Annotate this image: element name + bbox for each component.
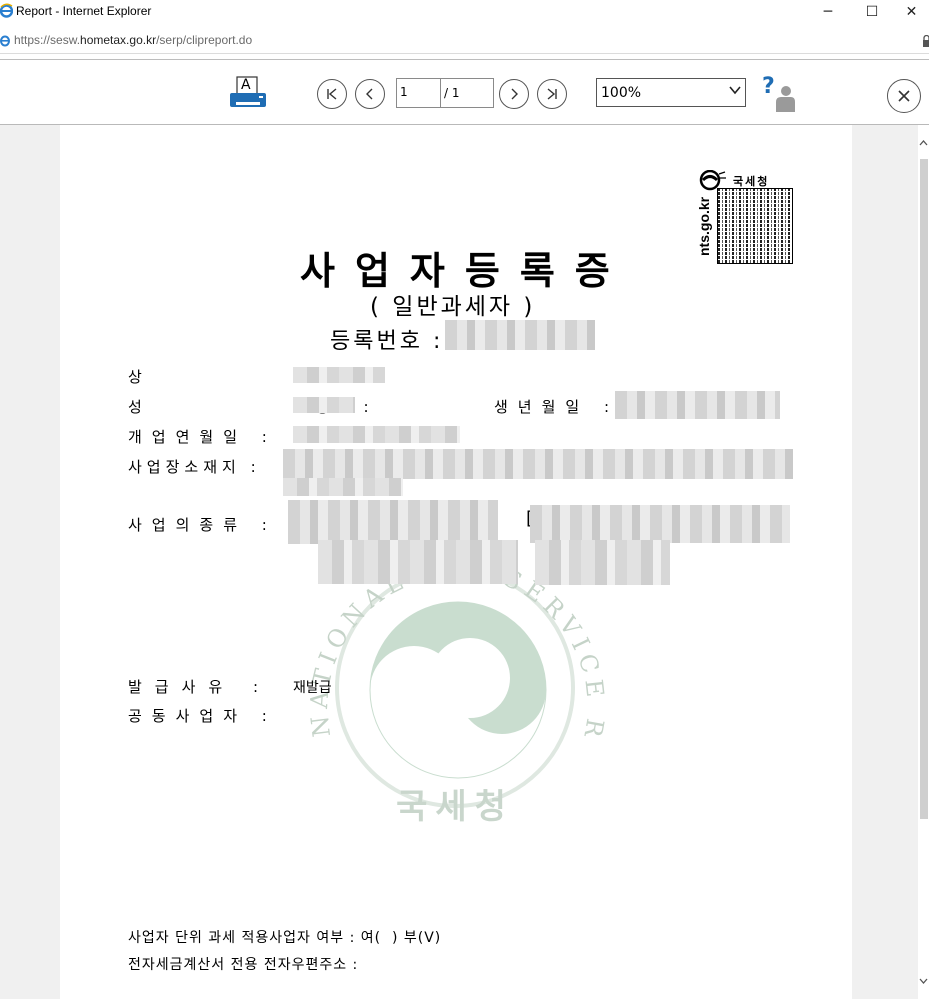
zoom-select[interactable]: 100%	[596, 78, 746, 107]
scrollbar-thumb[interactable]	[920, 159, 928, 819]
redacted-business-category	[288, 500, 498, 544]
minimize-button[interactable]: ─	[805, 0, 851, 24]
issue-reason-value: 재발급	[293, 680, 332, 696]
scroll-down-icon[interactable]	[919, 977, 928, 985]
close-icon	[898, 90, 910, 102]
redacted-trade-name	[293, 367, 385, 383]
redacted-address-line1	[283, 449, 793, 479]
lock-icon	[923, 35, 929, 47]
zoom-value: 100%	[601, 85, 642, 101]
address-bar[interactable]: https://sesw.hometax.go.kr/serp/cliprepo…	[0, 28, 929, 54]
redacted-business-category-2	[318, 540, 518, 584]
registration-number-label: 등록번호 :	[330, 329, 444, 354]
address-label: 사업장소재지 :	[128, 458, 261, 476]
svg-text:국세청: 국세청	[396, 787, 514, 827]
nts-seal-watermark: NATIONAL TAX SERVICE REPUBLIC OF KOREA 국…	[290, 540, 604, 827]
redacted-registration-number	[445, 320, 595, 350]
scroll-up-icon[interactable]	[919, 139, 928, 147]
last-page-button[interactable]	[537, 79, 567, 109]
redacted-name	[293, 397, 355, 413]
current-page-input[interactable]: 1	[397, 79, 441, 107]
ie-logo-icon	[0, 3, 13, 18]
document-subtitle: ( 일반과세자 )	[370, 294, 536, 320]
previous-page-button[interactable]	[355, 79, 385, 109]
page-number-field[interactable]: 1 / 1	[396, 78, 494, 108]
help-button[interactable]: ?	[760, 74, 796, 112]
window-titlebar: Report - Internet Explorer ─ ☐ ✕	[0, 0, 929, 24]
ie-page-icon	[0, 35, 10, 47]
close-report-button[interactable]	[887, 79, 921, 113]
window-title: Report - Internet Explorer	[16, 4, 152, 18]
chevron-left-icon	[366, 88, 373, 100]
nts-domain: nts.go.kr	[696, 196, 712, 256]
print-letter: A	[241, 77, 251, 93]
qr-code	[717, 188, 793, 264]
business-type-label: 사업의종류 :	[128, 516, 277, 534]
close-window-button[interactable]: ✕	[894, 0, 929, 24]
total-pages: / 1	[444, 86, 460, 100]
first-page-button[interactable]	[317, 79, 347, 109]
e-invoice-email-line: 전자세금계산서 전용 전자우편주소 :	[128, 957, 359, 973]
redacted-address-line2	[283, 478, 403, 496]
redacted-business-item-2	[535, 540, 670, 585]
nts-brand: 국세청	[733, 175, 770, 188]
url-text[interactable]: https://sesw.hometax.go.kr/serp/cliprepo…	[14, 33, 252, 47]
first-page-icon	[327, 88, 337, 100]
chevron-right-icon	[511, 88, 518, 100]
next-page-button[interactable]	[499, 79, 529, 109]
print-button[interactable]: A	[229, 76, 267, 114]
maximize-button[interactable]: ☐	[849, 0, 895, 24]
redacted-birth-date	[615, 391, 780, 419]
vertical-scrollbar[interactable]	[918, 125, 929, 999]
person-icon	[776, 86, 795, 112]
issue-reason-label: 발급사유 :	[128, 678, 272, 696]
chevron-down-icon	[729, 86, 741, 95]
unit-taxation-line: 사업자 단위 과세 적용사업자 여부 : 여( ) 부(V)	[128, 930, 442, 946]
joint-business-label: 공동사업자 :	[128, 707, 277, 725]
redacted-business-item	[530, 505, 790, 543]
birth-date-label: 생년월일 :	[494, 398, 620, 416]
open-date-label: 개업연월일 :	[128, 428, 277, 446]
last-page-icon	[547, 88, 557, 100]
redacted-open-date	[293, 426, 460, 443]
